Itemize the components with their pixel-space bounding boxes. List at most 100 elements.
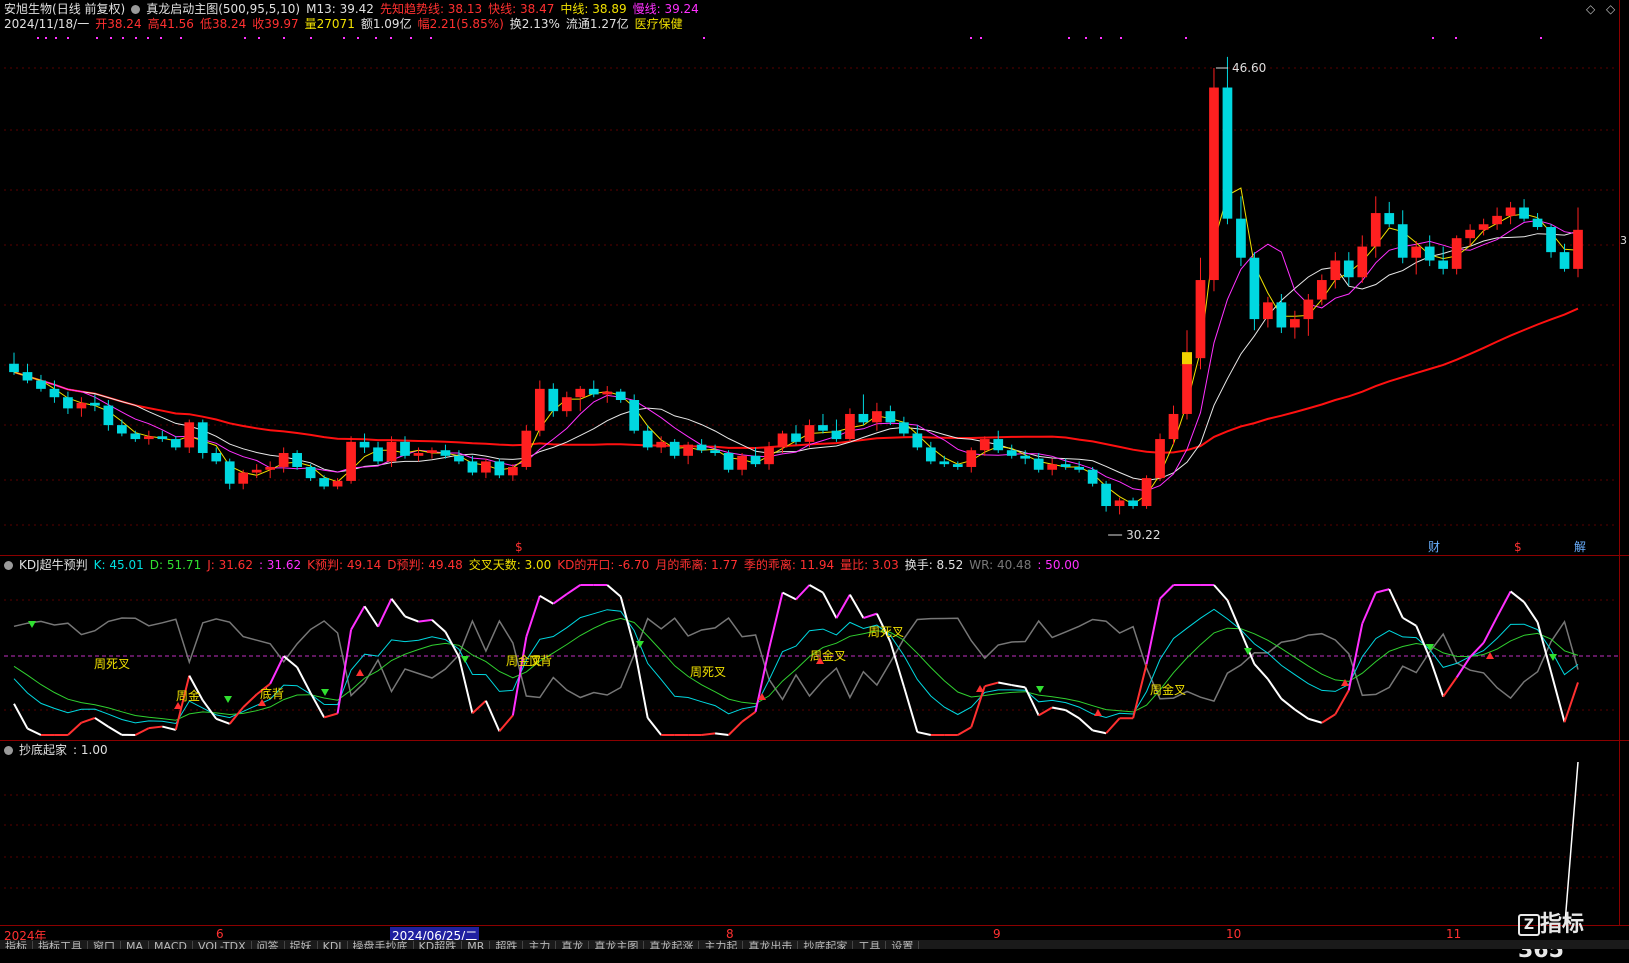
- indicator-tab[interactable]: 捉妖: [285, 941, 318, 949]
- kdj-j-segment: [1389, 589, 1402, 618]
- bottom-signal-line: [1565, 762, 1578, 923]
- axis-label-nov: 11: [1446, 927, 1461, 941]
- signal-dot: [343, 37, 345, 39]
- candle-body: [238, 473, 248, 484]
- event-marker: $: [515, 540, 523, 554]
- indicator-tab[interactable]: 设置: [886, 941, 919, 949]
- candle-body: [1128, 500, 1138, 506]
- candle-body: [427, 450, 437, 453]
- candle-body: [1303, 300, 1313, 320]
- candle-body: [387, 442, 397, 462]
- kdj-j-segment: [351, 606, 364, 630]
- kdj-cross-arrow: [356, 669, 364, 676]
- candle-body: [845, 414, 855, 439]
- kdj-j-segment: [971, 686, 984, 727]
- candle-body: [643, 431, 653, 448]
- kdj-j-segment: [270, 656, 283, 684]
- candle-body: [265, 467, 275, 470]
- kdj-j-segment: [378, 599, 391, 627]
- candle-body: [1115, 500, 1125, 506]
- axis-label-oct: 10: [1226, 927, 1241, 941]
- kdj-j-segment: [729, 722, 742, 735]
- kdj-j-segment: [1335, 690, 1348, 714]
- candle-body: [279, 453, 289, 467]
- indicator-tab[interactable]: 操盘手抄底: [348, 941, 414, 949]
- indicator-tab[interactable]: VOL-TDX: [193, 941, 252, 949]
- indicator-tab[interactable]: 真龙主图: [589, 941, 644, 949]
- kdj-j-segment: [890, 642, 903, 687]
- kdj-j-segment: [769, 593, 782, 649]
- kdj-cross-arrow: [1549, 654, 1557, 661]
- candle-body: [104, 406, 114, 426]
- kdj-j-segment: [1281, 699, 1294, 710]
- kdj-j-segment: [405, 616, 418, 621]
- kline-chart[interactable]: 46.6030.223$财$解周死叉周金底背周金叉顶背周死叉周金叉周死叉周金叉: [0, 0, 1629, 949]
- signal-square: [1182, 352, 1192, 364]
- kdj-j-segment: [1308, 719, 1321, 723]
- indicator-tab[interactable]: MR: [462, 941, 490, 949]
- candle-body: [1020, 456, 1030, 459]
- kdj-j-segment: [108, 727, 121, 735]
- candle-body: [993, 439, 1003, 450]
- candle-body: [171, 439, 181, 447]
- axis-label-jun: 6: [216, 927, 224, 941]
- kdj-wr-line: [14, 618, 1578, 701]
- candle-body: [656, 442, 666, 448]
- kdj-j-segment: [1160, 585, 1173, 599]
- kdj-j-segment: [1416, 626, 1429, 658]
- axis-label-aug: 8: [726, 927, 734, 941]
- kdj-j-segment: [1322, 714, 1335, 722]
- candle-body: [495, 461, 505, 475]
- indicator-tab[interactable]: 工具: [853, 941, 886, 949]
- kdj-j-segment: [1484, 617, 1497, 643]
- signal-dot: [1068, 37, 1070, 39]
- kdj-annotation: 周死叉: [868, 625, 904, 639]
- kdj-j-segment: [567, 585, 580, 594]
- max-price-label: 46.60: [1232, 61, 1266, 75]
- indicator-tab[interactable]: 真龙出击: [743, 941, 798, 949]
- kdj-j-segment: [1497, 591, 1510, 616]
- candle-body: [198, 422, 208, 453]
- signal-dot: [703, 37, 705, 39]
- candle-body: [1101, 484, 1111, 506]
- candle-body: [575, 389, 585, 397]
- candle-body: [670, 442, 680, 456]
- kdj-j-segment: [1214, 585, 1227, 600]
- kdj-j-segment: [1012, 685, 1025, 687]
- candle-body: [481, 461, 491, 472]
- kdj-j-segment: [998, 683, 1011, 686]
- indicator-tab[interactable]: 问答: [252, 941, 285, 949]
- indicator-tab[interactable]: 窗口: [88, 941, 121, 949]
- kdj-j-segment: [1362, 593, 1375, 624]
- indicator-tab[interactable]: MA: [121, 941, 149, 949]
- indicator-tab[interactable]: KD超跌: [414, 941, 463, 949]
- indicator-tab[interactable]: MACD: [149, 941, 193, 949]
- candle-body: [886, 411, 896, 422]
- candle-body: [832, 431, 842, 439]
- candle-body: [859, 414, 869, 422]
- signal-dot: [390, 37, 392, 39]
- indicator-tab[interactable]: 抄底起家: [798, 941, 853, 949]
- indicator-tab[interactable]: 真龙起涨: [644, 941, 699, 949]
- candle-body: [1533, 219, 1543, 227]
- candle-body: [1047, 464, 1057, 470]
- indicator-tab[interactable]: 指标工具: [33, 941, 88, 949]
- min-price-label: 30.22: [1126, 528, 1160, 542]
- indicator-tab[interactable]: 主力: [523, 941, 556, 949]
- signal-dot: [410, 37, 412, 39]
- signal-dot: [135, 37, 137, 39]
- candle-body: [441, 450, 451, 456]
- kdj-j-segment: [850, 595, 863, 618]
- candle-body: [50, 389, 60, 397]
- candle-body: [912, 433, 922, 447]
- indicator-tab[interactable]: 超跌: [490, 941, 523, 949]
- indicator-tab[interactable]: 指标: [0, 941, 33, 949]
- candle-body: [1330, 261, 1340, 281]
- event-marker: 财: [1428, 540, 1440, 554]
- indicator-tab[interactable]: 真龙: [556, 941, 589, 949]
- indicator-tab[interactable]: KDJ: [318, 941, 348, 949]
- signal-dot: [96, 37, 98, 39]
- indicator-tab[interactable]: 主力起: [699, 941, 743, 949]
- candle-body: [1465, 230, 1475, 238]
- candle-body: [535, 389, 545, 431]
